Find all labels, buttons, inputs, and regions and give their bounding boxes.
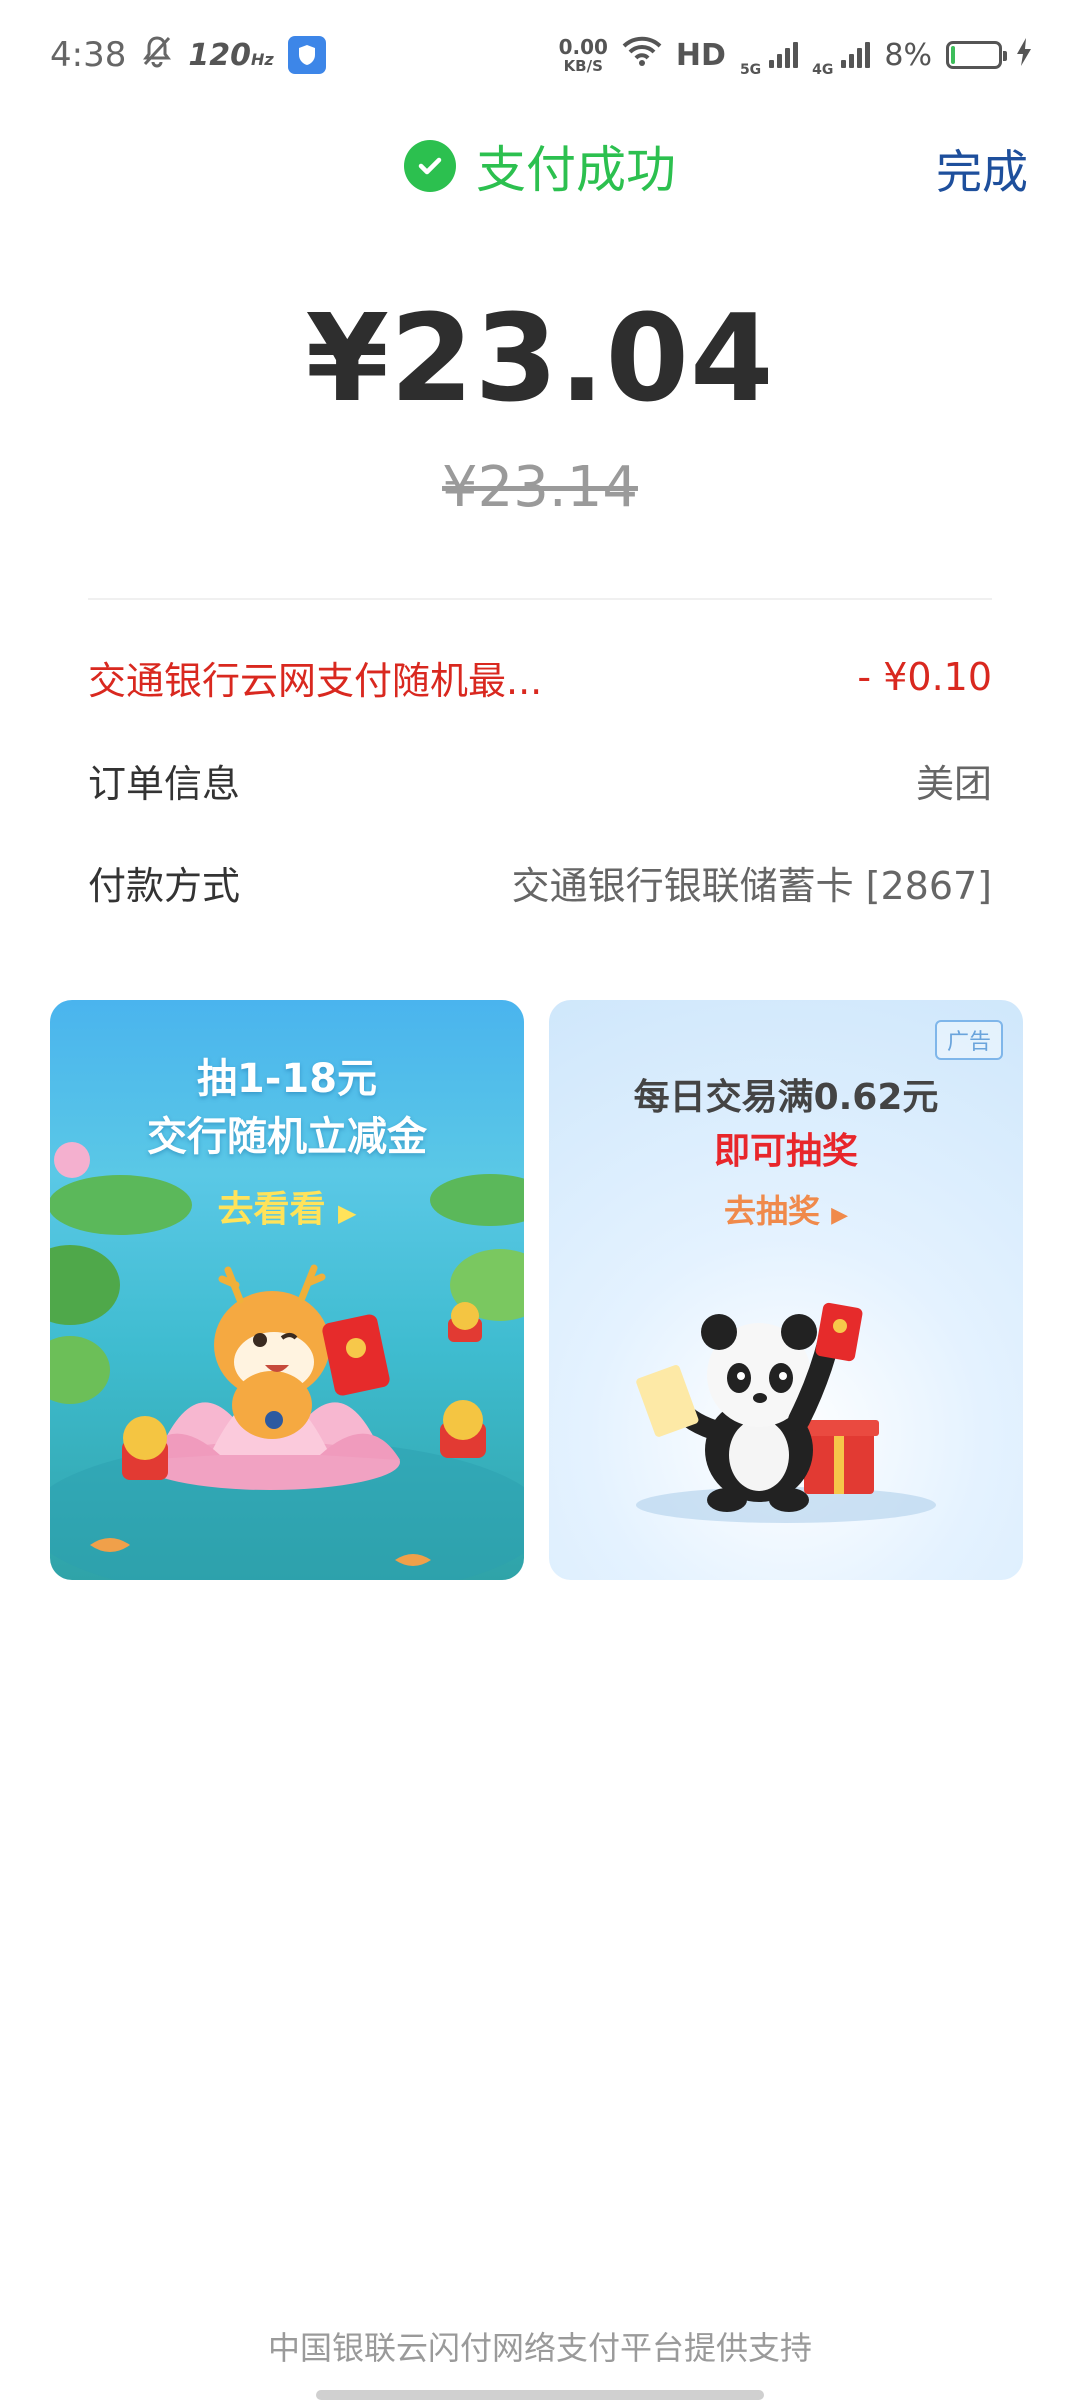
net-speed: 0.00 KB/S bbox=[559, 37, 608, 74]
refresh-rate: 120Hz bbox=[188, 38, 273, 73]
payment-method-value: 交通银行银联储蓄卡 [2867] bbox=[511, 863, 992, 908]
home-indicator[interactable] bbox=[316, 2390, 764, 2400]
signal-bars-icon bbox=[841, 42, 871, 68]
battery-icon bbox=[946, 41, 1007, 69]
success-check-icon bbox=[404, 140, 456, 192]
left-banner-line2: 交行随机立减金 bbox=[147, 1114, 427, 1160]
right-banner-line1: 每日交易满0.62元 bbox=[633, 1077, 939, 1118]
paid-amount: ¥23.04 bbox=[305, 290, 775, 429]
promo-banner-left[interactable]: 抽1-18元 交行随机立减金 去看看 ▶ bbox=[50, 1000, 524, 1580]
signal-4g-label: 4G bbox=[812, 62, 834, 78]
left-banner-title: 抽1-18元 交行随机立减金 bbox=[50, 1050, 524, 1166]
left-banner-cta[interactable]: 去看看 ▶ bbox=[50, 1180, 524, 1232]
header: 支付成功 完成 bbox=[0, 130, 1080, 210]
promo-banner-right[interactable]: 广告 每日交易满0.62元 即可抽奖 去抽奖 ▶ bbox=[549, 1000, 1023, 1580]
signal-5g-label: 5G bbox=[739, 62, 762, 78]
discount-label: 交通银行云网支付随机最... bbox=[88, 658, 543, 703]
order-info-label: 订单信息 bbox=[88, 761, 241, 806]
payment-success-title: 支付成功 bbox=[476, 141, 676, 199]
order-info-row: 订单信息 美团 bbox=[88, 750, 992, 810]
status-time: 4:38 bbox=[50, 35, 127, 75]
discount-value: - ¥0.10 bbox=[857, 655, 992, 699]
battery-percent: 8% bbox=[884, 37, 932, 73]
hd-indicator: HD bbox=[675, 37, 726, 73]
refresh-rate-value: 120 bbox=[188, 37, 251, 73]
payment-method-row: 付款方式 交通银行银联储蓄卡 [2867] bbox=[88, 852, 992, 912]
discount-row: 交通银行云网支付随机最... - ¥0.10 bbox=[88, 647, 992, 707]
right-banner-line2: 即可抽奖 bbox=[713, 1131, 858, 1172]
status-bar: 4:38 120Hz 0.00 KB/S HD 5G 4G 8% bbox=[0, 0, 1080, 110]
divider bbox=[88, 598, 992, 600]
wifi-icon bbox=[622, 35, 662, 76]
done-button[interactable]: 完成 bbox=[936, 136, 1028, 202]
footer-support-text: 中国银联云闪付网络支付平台提供支持 bbox=[267, 2329, 812, 2367]
net-speed-unit: KB/S bbox=[563, 56, 603, 75]
security-shield-icon bbox=[287, 36, 326, 74]
status-bar-right: 0.00 KB/S HD 5G 4G 8% bbox=[559, 32, 1032, 78]
original-amount: ¥23.14 bbox=[442, 455, 638, 520]
right-banner-cta[interactable]: 去抽奖 ▶ bbox=[549, 1186, 1023, 1232]
order-info-value: 美团 bbox=[915, 761, 992, 806]
status-bar-left: 4:38 120Hz bbox=[50, 34, 326, 77]
header-title: 支付成功 bbox=[0, 130, 1080, 202]
refresh-rate-unit: Hz bbox=[250, 49, 274, 69]
payment-method-label: 付款方式 bbox=[88, 863, 241, 908]
signal-bars-icon bbox=[769, 42, 799, 68]
left-banner-line1: 抽1-18元 bbox=[196, 1056, 378, 1102]
net-speed-value: 0.00 bbox=[558, 34, 608, 59]
mute-bell-icon bbox=[140, 34, 174, 77]
caret-right-icon: ▶ bbox=[831, 1203, 849, 1228]
left-banner-cta-label: 去看看 bbox=[217, 1189, 326, 1230]
charging-bolt-icon bbox=[1016, 35, 1032, 75]
caret-right-icon: ▶ bbox=[338, 1199, 357, 1227]
right-banner-cta-label: 去抽奖 bbox=[723, 1192, 820, 1230]
